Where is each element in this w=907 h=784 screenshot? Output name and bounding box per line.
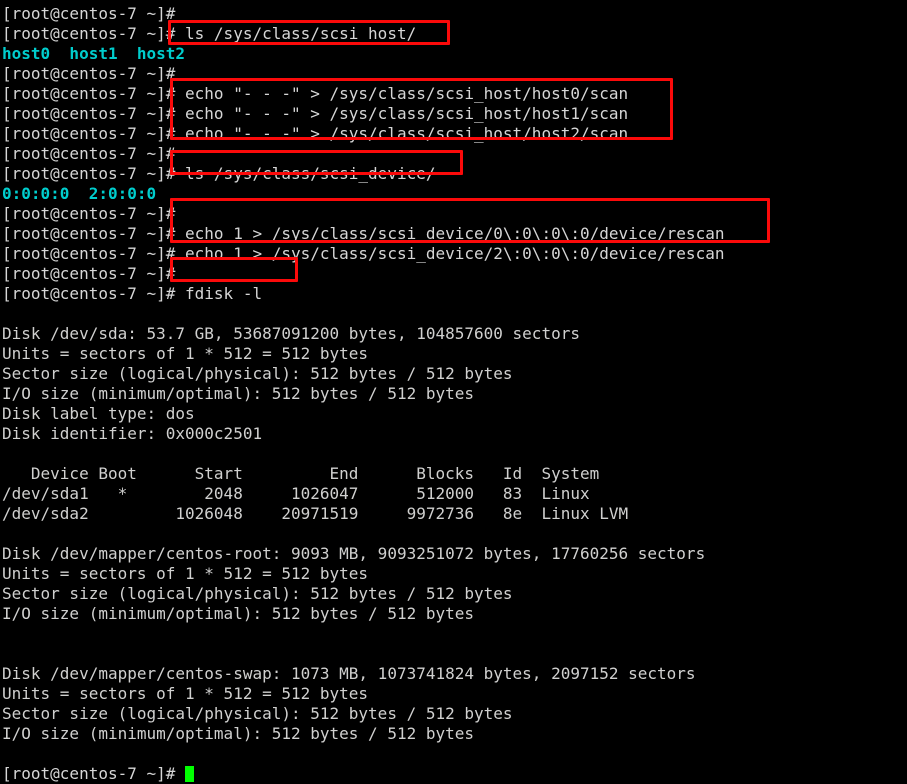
- shell-prompt: [root@centos-7 ~]#: [2, 164, 176, 183]
- shell-command: [175, 764, 185, 783]
- terminal-line: [root@centos-7 ~]# ls /sys/class/scsi_de…: [2, 164, 907, 184]
- command-output: /dev/sda2 1026048 20971519 9972736 8e Li…: [2, 504, 629, 523]
- terminal-line: I/O size (minimum/optimal): 512 bytes / …: [2, 724, 907, 744]
- terminal-line: /dev/sda1 * 2048 1026047 512000 83 Linux: [2, 484, 907, 504]
- terminal-line: I/O size (minimum/optimal): 512 bytes / …: [2, 384, 907, 404]
- command-output: /dev/sda1 * 2048 1026047 512000 83 Linux: [2, 484, 590, 503]
- command-output: Disk label type: dos: [2, 404, 195, 423]
- command-output: Disk /dev/sda: 53.7 GB, 53687091200 byte…: [2, 324, 580, 343]
- shell-command: echo "- - -" > /sys/class/scsi_host/host…: [175, 84, 629, 103]
- command-output-directory: 0:0:0:0 2:0:0:0: [2, 184, 157, 203]
- command-output: Disk /dev/mapper/centos-swap: 1073 MB, 1…: [2, 664, 696, 683]
- shell-prompt: [root@centos-7 ~]#: [2, 84, 176, 103]
- command-output: I/O size (minimum/optimal): 512 bytes / …: [2, 724, 475, 743]
- terminal-line: [root@centos-7 ~]# echo "- - -" > /sys/c…: [2, 124, 907, 144]
- shell-command: echo "- - -" > /sys/class/scsi_host/host…: [175, 124, 629, 143]
- terminal-line: 0:0:0:0 2:0:0:0: [2, 184, 907, 204]
- terminal-line: /dev/sda2 1026048 20971519 9972736 8e Li…: [2, 504, 907, 524]
- terminal-screen[interactable]: [root@centos-7 ~]# [root@centos-7 ~]# ls …: [0, 0, 907, 783]
- terminal-line: Disk /dev/mapper/centos-root: 9093 MB, 9…: [2, 544, 907, 564]
- shell-command: echo 1 > /sys/class/scsi_device/0\:0\:0\…: [175, 224, 725, 243]
- shell-prompt: [root@centos-7 ~]#: [2, 64, 176, 83]
- shell-prompt: [root@centos-7 ~]#: [2, 24, 176, 43]
- command-output: I/O size (minimum/optimal): 512 bytes / …: [2, 384, 475, 403]
- shell-prompt: [root@centos-7 ~]#: [2, 4, 176, 23]
- terminal-window[interactable]: [root@centos-7 ~]# [root@centos-7 ~]# ls …: [0, 0, 907, 783]
- command-output: Units = sectors of 1 * 512 = 512 bytes: [2, 684, 369, 703]
- terminal-line: Units = sectors of 1 * 512 = 512 bytes: [2, 344, 907, 364]
- terminal-line: Disk identifier: 0x000c2501: [2, 424, 907, 444]
- terminal-line: Sector size (logical/physical): 512 byte…: [2, 584, 907, 604]
- shell-command: echo "- - -" > /sys/class/scsi_host/host…: [175, 104, 629, 123]
- terminal-line: Disk /dev/sda: 53.7 GB, 53687091200 byte…: [2, 324, 907, 344]
- shell-prompt: [root@centos-7 ~]#: [2, 284, 176, 303]
- terminal-line: [root@centos-7 ~]# echo 1 > /sys/class/s…: [2, 224, 907, 244]
- shell-prompt: [root@centos-7 ~]#: [2, 104, 176, 123]
- command-output: Device Boot Start End Blocks Id System: [2, 464, 600, 483]
- terminal-line: Sector size (logical/physical): 512 byte…: [2, 704, 907, 724]
- terminal-line: [root@centos-7 ~]# fdisk -l: [2, 284, 907, 304]
- shell-command: echo 1 > /sys/class/scsi_device/2\:0\:0\…: [175, 244, 725, 263]
- command-output: Disk identifier: 0x000c2501: [2, 424, 263, 443]
- terminal-line: [root@centos-7 ~]#: [2, 64, 907, 84]
- terminal-line: [root@centos-7 ~]#: [2, 4, 907, 24]
- command-output: I/O size (minimum/optimal): 512 bytes / …: [2, 604, 475, 623]
- terminal-line: Disk /dev/mapper/centos-swap: 1073 MB, 1…: [2, 664, 907, 684]
- terminal-line: Units = sectors of 1 * 512 = 512 bytes: [2, 564, 907, 584]
- shell-prompt: [root@centos-7 ~]#: [2, 244, 176, 263]
- shell-prompt: [root@centos-7 ~]#: [2, 204, 176, 223]
- command-output: Units = sectors of 1 * 512 = 512 bytes: [2, 344, 369, 363]
- terminal-line: I/O size (minimum/optimal): 512 bytes / …: [2, 604, 907, 624]
- shell-command: ls /sys/class/scsi_host/: [175, 24, 417, 43]
- terminal-line: [root@centos-7 ~]# ls /sys/class/scsi_ho…: [2, 24, 907, 44]
- terminal-line: host0 host1 host2: [2, 44, 907, 64]
- terminal-line: Units = sectors of 1 * 512 = 512 bytes: [2, 684, 907, 704]
- command-output: Sector size (logical/physical): 512 byte…: [2, 364, 513, 383]
- command-output-directory: host0 host1 host2: [2, 44, 186, 63]
- shell-command: fdisk -l: [175, 284, 263, 303]
- block-cursor: [185, 766, 195, 782]
- terminal-line: [root@centos-7 ~]#: [2, 264, 907, 284]
- terminal-line: [root@centos-7 ~]# echo "- - -" > /sys/c…: [2, 84, 907, 104]
- shell-prompt: [root@centos-7 ~]#: [2, 224, 176, 243]
- shell-prompt: [root@centos-7 ~]#: [2, 764, 176, 783]
- terminal-line: [root@centos-7 ~]#: [2, 144, 907, 164]
- command-output: Sector size (logical/physical): 512 byte…: [2, 584, 513, 603]
- terminal-line: [root@centos-7 ~]#: [2, 764, 907, 784]
- shell-prompt: [root@centos-7 ~]#: [2, 124, 176, 143]
- terminal-line: Sector size (logical/physical): 512 byte…: [2, 364, 907, 384]
- terminal-line: Device Boot Start End Blocks Id System: [2, 464, 907, 484]
- command-output: Units = sectors of 1 * 512 = 512 bytes: [2, 564, 369, 583]
- shell-command: ls /sys/class/scsi_device/: [175, 164, 436, 183]
- terminal-line: [root@centos-7 ~]# echo "- - -" > /sys/c…: [2, 104, 907, 124]
- shell-prompt: [root@centos-7 ~]#: [2, 144, 176, 163]
- shell-prompt: [root@centos-7 ~]#: [2, 264, 176, 283]
- terminal-line: Disk label type: dos: [2, 404, 907, 424]
- terminal-line: [root@centos-7 ~]#: [2, 204, 907, 224]
- command-output: Disk /dev/mapper/centos-root: 9093 MB, 9…: [2, 544, 706, 563]
- terminal-line: [root@centos-7 ~]# echo 1 > /sys/class/s…: [2, 244, 907, 264]
- command-output: Sector size (logical/physical): 512 byte…: [2, 704, 513, 723]
